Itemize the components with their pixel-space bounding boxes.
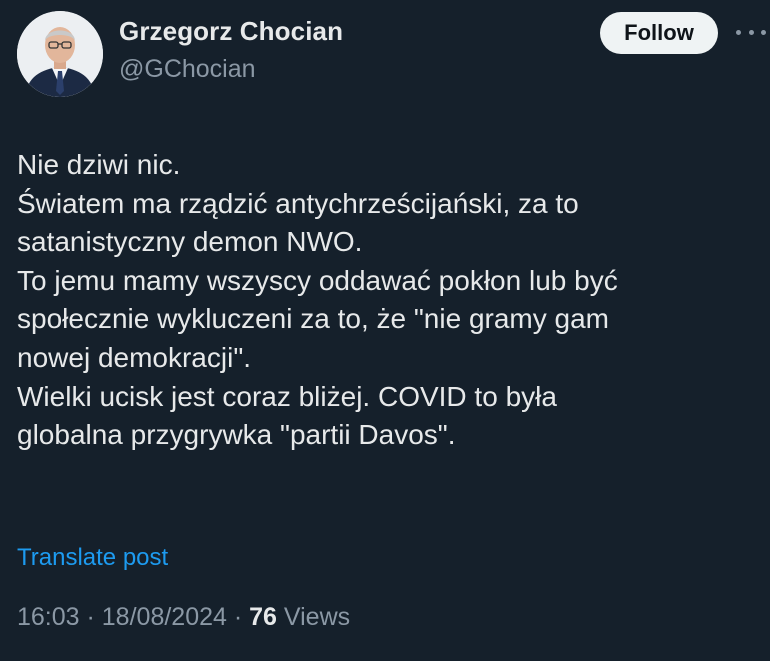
- tweet-line: Nie dziwi nic.: [17, 149, 181, 180]
- tweet-line: Światem ma rządzić antychrześcijański, z…: [17, 187, 579, 219]
- tweet-meta: 16:03 · 18/08/2024 · 76 Views: [17, 603, 350, 632]
- translate-post-link[interactable]: Translate post: [17, 544, 168, 572]
- author-handle[interactable]: @GChocian: [119, 55, 256, 84]
- follow-button[interactable]: Follow: [600, 12, 718, 54]
- tweet-line: nowej demokracji".: [17, 341, 252, 373]
- post-time[interactable]: 16:03: [17, 603, 80, 631]
- more-dot: [736, 29, 741, 35]
- more-dot: [748, 29, 754, 35]
- more-horizontal-icon[interactable]: [736, 25, 766, 39]
- avatar[interactable]: [17, 11, 103, 97]
- post-date[interactable]: 18/08/2024: [102, 603, 227, 631]
- tweet-line: społecznie wykluczeni za to, że "nie gra…: [17, 303, 609, 335]
- tweet-line: satanistyczny demon NWO.: [17, 226, 363, 258]
- tweet-line: globalna przygrywka "partii Davos".: [17, 419, 456, 451]
- meta-separator: ·: [79, 603, 102, 631]
- tweet-text: Nie dziwi nic. Światem ma rządzić antych…: [17, 146, 757, 455]
- tweet-line: To jemu mamy wszyscy oddawać pokłon lub …: [17, 264, 618, 296]
- meta-separator: ·: [226, 603, 250, 631]
- author-display-name[interactable]: Grzegorz Chocian: [119, 16, 343, 47]
- more-dot: [761, 29, 766, 35]
- views-count: 76: [249, 603, 277, 631]
- tweet-line: Wielki ucisk jest coraz bliżej. COVID to…: [17, 380, 557, 412]
- avatar-image: [17, 11, 103, 97]
- views-label: Views: [283, 603, 351, 631]
